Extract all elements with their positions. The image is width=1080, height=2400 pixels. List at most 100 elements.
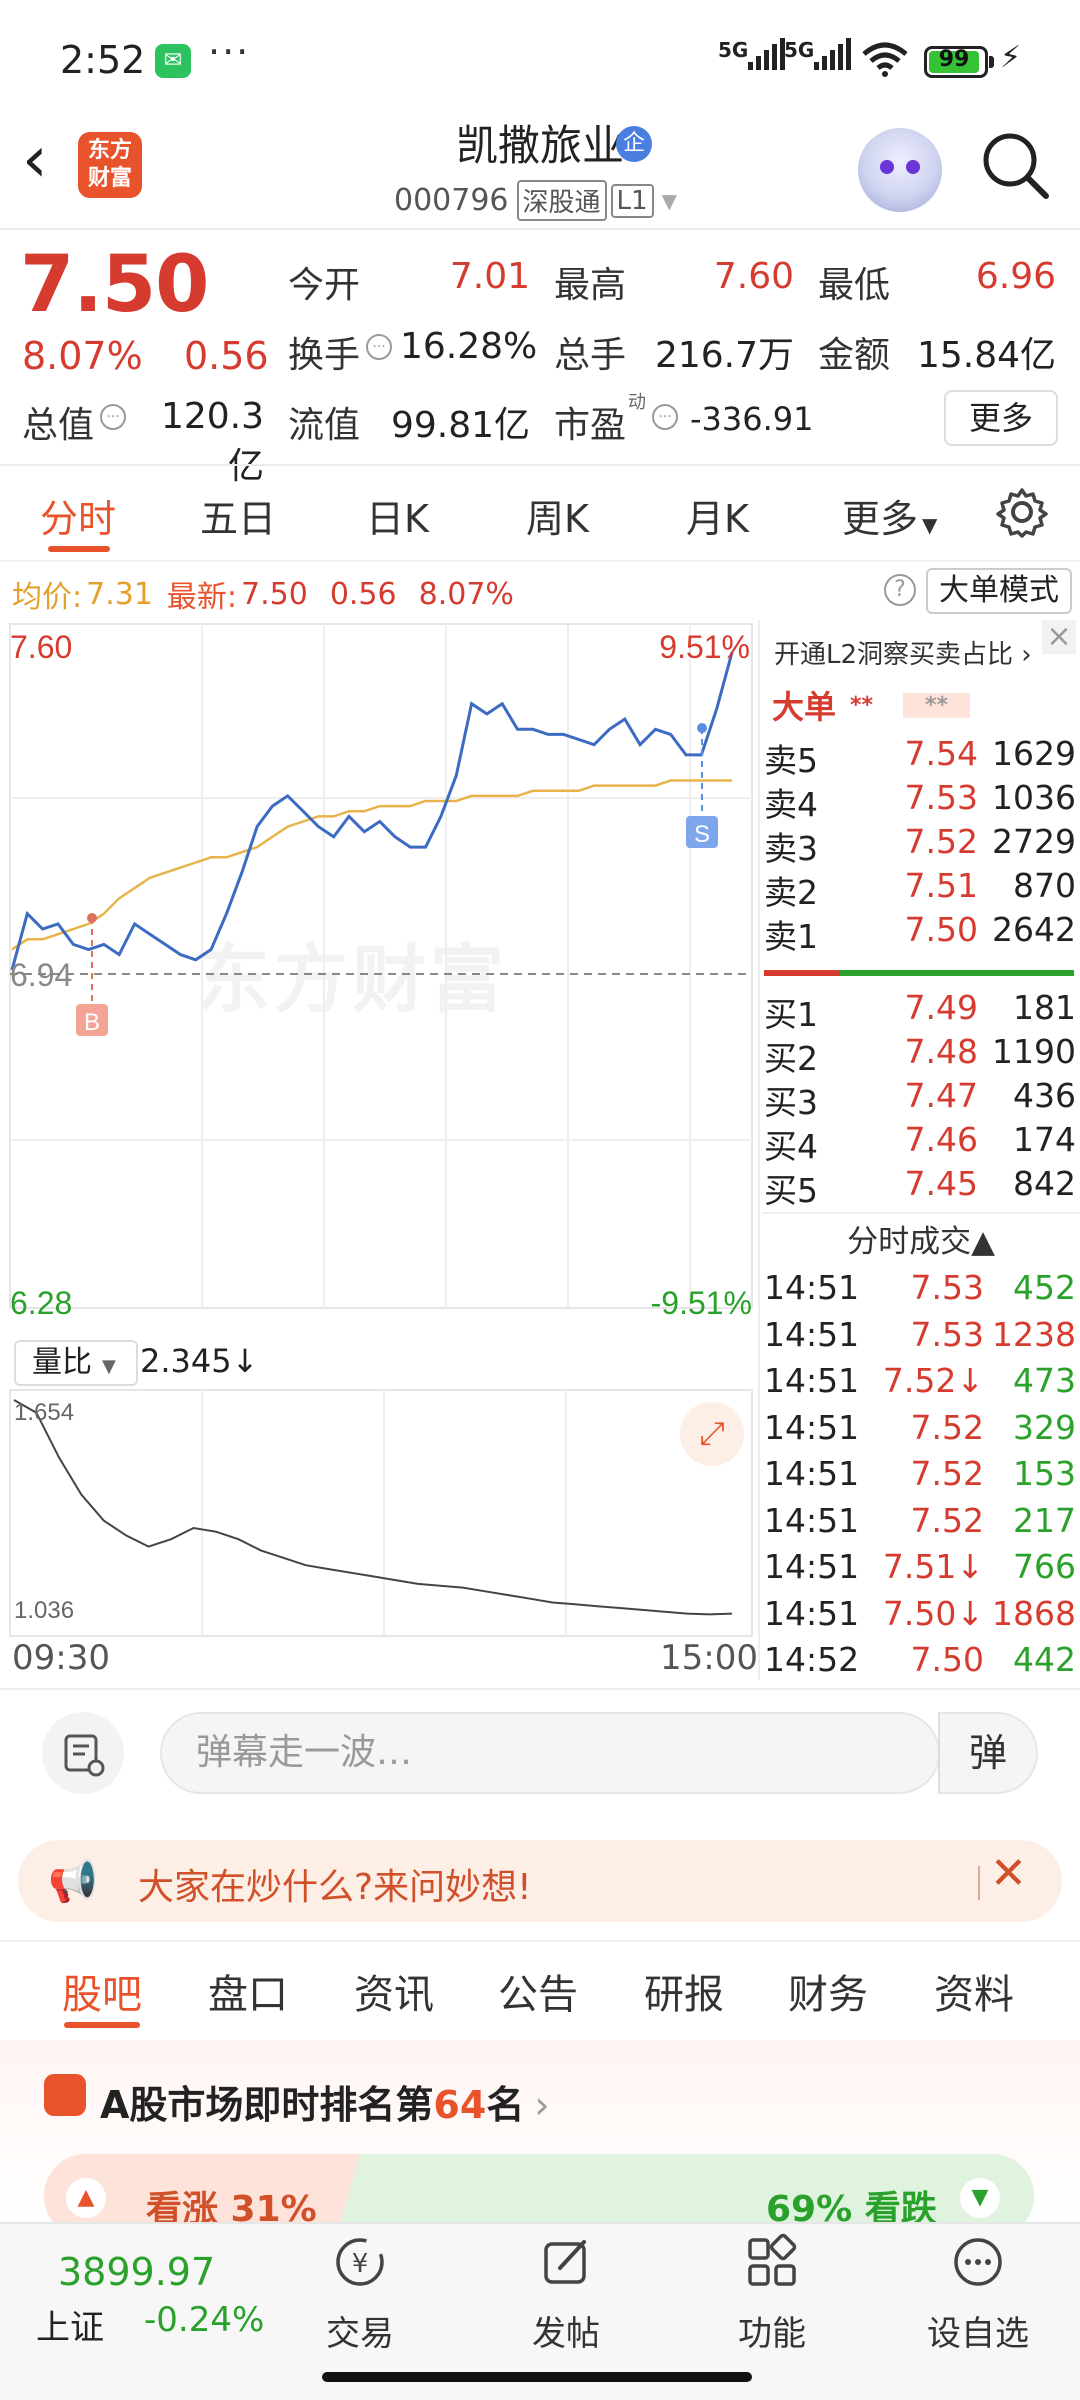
danmu-toggle-button[interactable]: 弹 xyxy=(938,1712,1038,1794)
signal-bars-icon xyxy=(814,38,852,70)
trade-volume: 329 xyxy=(1013,1407,1076,1447)
divider xyxy=(0,228,1080,230)
tab-weekly-k[interactable]: 周K xyxy=(526,488,589,543)
tab-announcements[interactable]: 公告 xyxy=(498,1962,578,2020)
assistant-robot-icon[interactable] xyxy=(858,128,942,212)
ask-label: 卖5 xyxy=(764,741,818,780)
trade-row: 14:51 7.52 329 xyxy=(764,1408,1076,1452)
intraday-chart[interactable]: B S 7.60 6.94 6.28 9.51% -9.51% 1.654 1.… xyxy=(0,620,758,1680)
danmu-input[interactable]: 弹幕走一波… xyxy=(160,1712,940,1794)
more-quote-button[interactable]: 更多 xyxy=(944,390,1058,446)
expand-icon[interactable]: ⤢ xyxy=(680,1402,744,1466)
index-change[interactable]: -0.24% xyxy=(144,2300,264,2340)
bid-price: 7.46 xyxy=(904,1120,978,1159)
big-order-mode-button[interactable]: 大单模式 xyxy=(926,568,1072,614)
gear-icon[interactable] xyxy=(996,486,1048,538)
chevron-down-icon[interactable]: ▼ xyxy=(662,189,677,213)
chart-tabs: 分时 五日 日K 周K 月K 更多 ▼ xyxy=(0,470,1080,560)
avg-price-line xyxy=(11,779,732,951)
arrow-down-icon[interactable]: ▼ xyxy=(960,2178,1000,2218)
bid-price: 7.49 xyxy=(904,988,978,1027)
tab-more[interactable]: 更多 ▼ xyxy=(842,488,937,543)
help-icon[interactable]: ? xyxy=(884,574,916,606)
section-tab-indicator xyxy=(64,2022,140,2028)
tab-profile[interactable]: 资料 xyxy=(934,1962,1014,2020)
ask-label: 卖4 xyxy=(764,785,818,824)
trade-row: 14:51 7.53 1238 xyxy=(764,1315,1076,1359)
trade-price: 7.50 xyxy=(910,1640,984,1679)
l2-insight-link[interactable]: 开通L2洞察买卖占比 › xyxy=(774,634,1032,671)
info-icon[interactable]: ··· xyxy=(366,334,392,360)
banner-text[interactable]: 大家在炒什么?来问妙想! xyxy=(138,1858,532,1910)
trade-row: 14:51 7.51↓ 766 xyxy=(764,1547,1076,1591)
arrow-up-icon[interactable]: ▲ xyxy=(66,2178,106,2218)
big-order-buy-stars: ** xyxy=(850,692,874,718)
signal-1: 5G xyxy=(718,38,786,70)
trade-time: 14:51 xyxy=(764,1268,860,1307)
trade-price: 7.52 xyxy=(910,1454,984,1493)
index-value[interactable]: 3899.97 xyxy=(58,2250,215,2294)
nav-trade-label: 交易 xyxy=(326,2314,394,2354)
vr-low-label: 1.036 xyxy=(14,1597,74,1624)
bid-volume: 181 xyxy=(1013,988,1076,1027)
more-circle-icon xyxy=(954,2238,1002,2286)
rank-text[interactable]: A股市场即时排名第64名 › xyxy=(100,2074,550,2129)
bid-label: 买1 xyxy=(764,995,818,1034)
trade-row: 14:51 7.52 217 xyxy=(764,1501,1076,1545)
ask-volume: 870 xyxy=(1013,866,1076,905)
stock-code: 000796 xyxy=(394,183,509,218)
bid-price: 7.47 xyxy=(904,1076,978,1115)
time-sales-title[interactable]: 分时成交▲ xyxy=(762,1216,1080,1261)
bid-volume: 1190 xyxy=(992,1032,1076,1071)
volume-label: 总手 xyxy=(554,335,627,376)
tab-active-indicator xyxy=(48,546,110,552)
nav-add-watchlist-label: 设自选 xyxy=(927,2314,1029,2354)
danmu-list-icon[interactable] xyxy=(42,1712,124,1794)
chevron-right-icon: › xyxy=(534,2083,550,2127)
tab-monthly-k[interactable]: 月K xyxy=(686,488,749,543)
tab-pankou[interactable]: 盘口 xyxy=(208,1962,288,2020)
chart-grid xyxy=(9,623,753,1637)
info-icon[interactable]: ··· xyxy=(100,404,126,430)
bid-volume: 842 xyxy=(1013,1164,1076,1203)
tab-intraday[interactable]: 分时 xyxy=(40,488,116,543)
open-label: 今开 xyxy=(288,265,361,306)
trade-price: 7.53 xyxy=(910,1314,984,1354)
pe-value: -336.91 xyxy=(690,400,814,438)
high-label: 最高 xyxy=(554,265,627,306)
tab-five-day[interactable]: 五日 xyxy=(200,488,276,543)
search-icon[interactable] xyxy=(980,130,1050,200)
tab-news[interactable]: 资讯 xyxy=(354,1962,434,2020)
tab-finance[interactable]: 财务 xyxy=(788,1962,868,2020)
trade-row: 14:51 7.52 153 xyxy=(764,1454,1076,1498)
ask-volume: 1036 xyxy=(992,778,1076,817)
edit-icon xyxy=(544,2240,586,2284)
close-icon[interactable]: × xyxy=(1042,620,1076,654)
info-icon[interactable]: ··· xyxy=(652,404,678,430)
close-icon[interactable]: ✕ xyxy=(990,1848,1027,1899)
nav-add-watchlist[interactable]: 设自选 xyxy=(908,2232,1048,2355)
trade-price: 7.51↓ xyxy=(882,1547,984,1586)
nav-trade[interactable]: ¥ 交易 xyxy=(290,2232,430,2355)
ask-price: 7.52 xyxy=(904,822,978,861)
tab-research[interactable]: 研报 xyxy=(644,1962,724,2020)
status-time: 2:52 xyxy=(60,38,146,82)
trade-price: 7.52 xyxy=(910,1500,984,1540)
index-name[interactable]: 上证 xyxy=(36,2300,104,2349)
y-preclose-label: 6.94 xyxy=(10,957,72,993)
chevron-down-icon: ▼ xyxy=(922,513,938,537)
tab-daily-k[interactable]: 日K xyxy=(366,488,429,543)
network-type-2: 5G xyxy=(784,38,815,62)
trade-time: 14:51 xyxy=(764,1593,860,1633)
time-close-label: 15:00 xyxy=(660,1638,758,1678)
trade-time: 14:52 xyxy=(764,1640,860,1679)
nav-post[interactable]: 发帖 xyxy=(496,2232,636,2355)
volume-ratio-line xyxy=(13,1399,733,1616)
big-order-sell-stars: ** xyxy=(903,692,971,718)
nav-functions[interactable]: 功能 xyxy=(702,2232,842,2355)
open-value: 7.01 xyxy=(449,256,530,297)
tab-guba[interactable]: 股吧 xyxy=(62,1962,142,2020)
avg-value: 7.31 xyxy=(86,576,153,612)
volume-ratio-selector[interactable]: 量比 ▼ xyxy=(14,1340,138,1386)
pe-label: 市盈 xyxy=(554,405,627,446)
